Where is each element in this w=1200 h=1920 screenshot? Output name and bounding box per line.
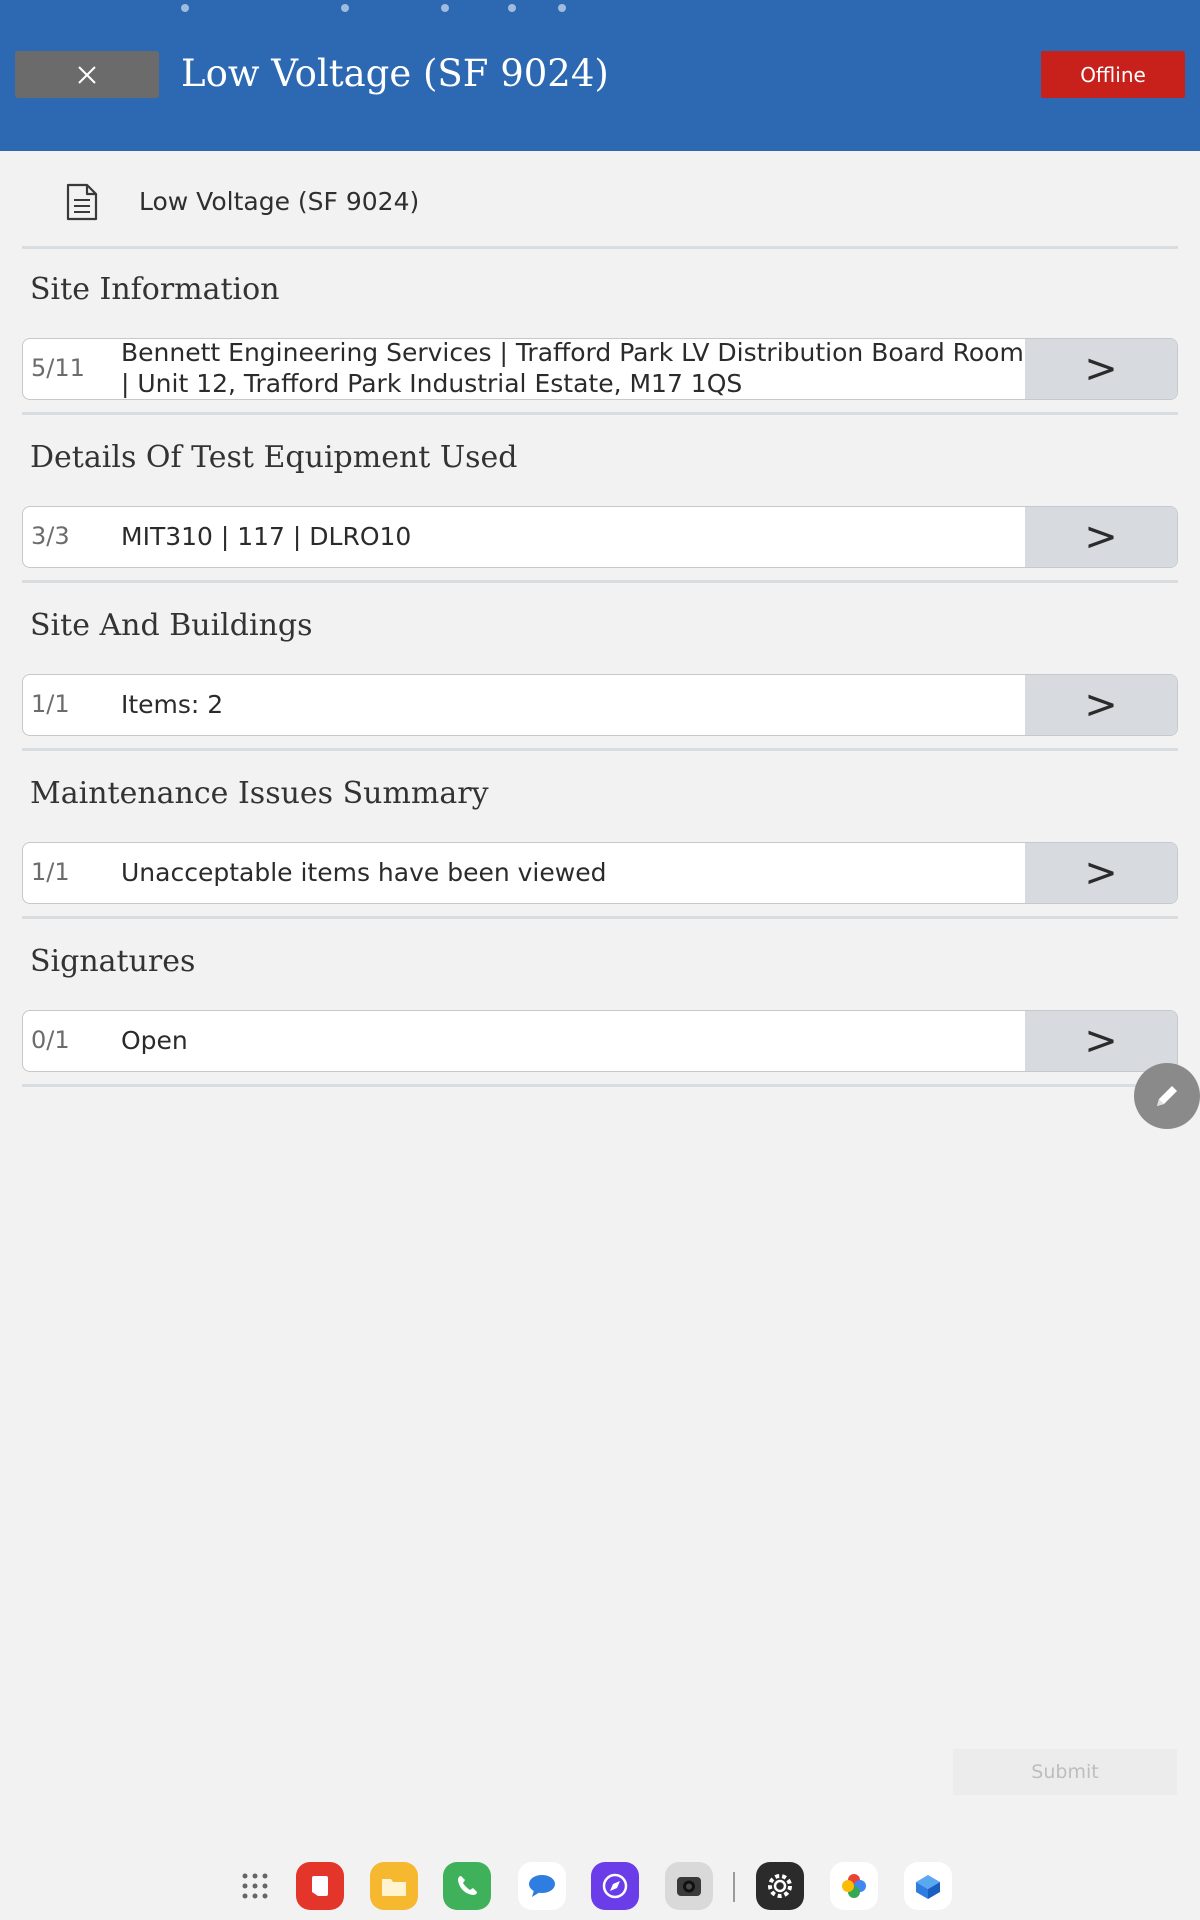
divider <box>22 1084 1178 1087</box>
page-title: Low Voltage (SF 9024) <box>181 52 609 95</box>
section-summary: Bennett Engineering Services | Trafford … <box>121 338 1039 399</box>
section-summary: Unacceptable items have been viewed <box>121 858 607 887</box>
offline-status-badge: Offline <box>1041 51 1185 98</box>
section-summary-line: Bennett Engineering Services | Trafford … <box>121 338 1024 367</box>
section-progress-count: 3/3 <box>31 522 70 550</box>
section-heading-site-information: Site Information <box>30 272 280 307</box>
store-app-icon[interactable] <box>904 1862 952 1910</box>
section-heading-signatures: Signatures <box>30 944 196 979</box>
chevron-right-icon[interactable]: > <box>1025 1011 1177 1071</box>
system-dock <box>0 1840 1200 1920</box>
section-heading-test-equipment: Details Of Test Equipment Used <box>30 440 518 475</box>
chevron-right-icon[interactable]: > <box>1025 507 1177 567</box>
section-row-site-and-buildings[interactable]: 1/1 Items: 2 > <box>22 674 1178 736</box>
files-app-icon[interactable] <box>370 1862 418 1910</box>
messages-app-icon[interactable] <box>518 1862 566 1910</box>
section-progress-count: 1/1 <box>31 690 70 718</box>
section-progress-count: 1/1 <box>31 858 70 886</box>
divider <box>22 748 1178 751</box>
notes-app-icon[interactable] <box>296 1862 344 1910</box>
camera-app-icon[interactable] <box>665 1862 713 1910</box>
section-progress-count: 0/1 <box>31 1026 70 1054</box>
divider <box>22 916 1178 919</box>
app-header: Low Voltage (SF 9024) Offline <box>0 0 1200 151</box>
section-heading-maintenance-issues: Maintenance Issues Summary <box>30 776 489 811</box>
section-row-site-information[interactable]: 5/11 Bennett Engineering Services | Traf… <box>22 338 1178 400</box>
chevron-right-icon[interactable]: > <box>1025 843 1177 903</box>
close-icon <box>78 65 96 84</box>
edit-fab-button[interactable] <box>1134 1063 1200 1129</box>
form-title: Low Voltage (SF 9024) <box>139 187 420 216</box>
phone-app-icon[interactable] <box>443 1862 491 1910</box>
dock-separator <box>733 1872 735 1902</box>
apps-grid-icon[interactable] <box>231 1862 279 1910</box>
browser-app-icon[interactable] <box>591 1862 639 1910</box>
settings-app-icon[interactable] <box>756 1862 804 1910</box>
submit-button[interactable]: Submit <box>953 1749 1177 1795</box>
section-summary-line: | Unit 12, Trafford Park Industrial Esta… <box>121 369 743 398</box>
pencil-icon <box>1157 1086 1177 1106</box>
section-summary: Open <box>121 1026 188 1055</box>
divider <box>22 580 1178 583</box>
section-row-maintenance-issues[interactable]: 1/1 Unacceptable items have been viewed … <box>22 842 1178 904</box>
status-bar-indicators <box>0 4 1200 14</box>
chevron-right-icon[interactable]: > <box>1025 675 1177 735</box>
section-progress-count: 5/11 <box>31 354 85 382</box>
divider <box>22 412 1178 415</box>
section-summary: Items: 2 <box>121 690 224 719</box>
section-row-signatures[interactable]: 0/1 Open > <box>22 1010 1178 1072</box>
chevron-right-icon[interactable]: > <box>1025 339 1177 399</box>
section-heading-site-and-buildings: Site And Buildings <box>30 608 313 643</box>
document-icon <box>66 183 98 221</box>
photos-app-icon[interactable] <box>830 1862 878 1910</box>
close-button[interactable] <box>15 51 159 98</box>
form-title-row: Low Voltage (SF 9024) <box>22 151 1178 249</box>
section-summary: MIT310 | 117 | DLRO10 <box>121 522 412 551</box>
section-row-test-equipment[interactable]: 3/3 MIT310 | 117 | DLRO10 > <box>22 506 1178 568</box>
